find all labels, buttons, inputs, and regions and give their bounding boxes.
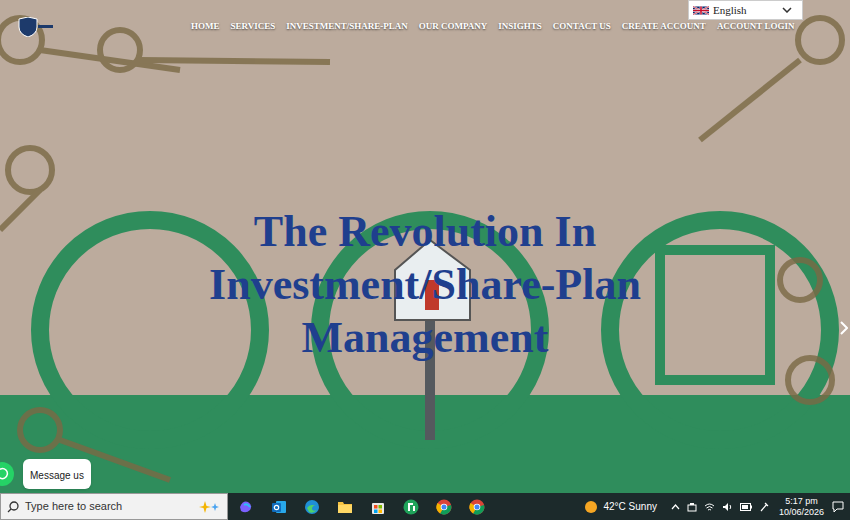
chat-widget[interactable]: Message us [0, 459, 91, 489]
search-placeholder: Type here to search [25, 498, 193, 515]
chrome-icon [469, 499, 485, 515]
hero-title-line: The Revolution In [254, 205, 596, 258]
copilot-sparkle-icon [199, 500, 221, 514]
nav-link[interactable]: OUR COMPANY [419, 20, 488, 34]
store-icon [370, 499, 386, 515]
clock-date: 10/06/2026 [779, 507, 824, 518]
notification-icon [832, 501, 844, 513]
nav-link[interactable]: CREATE ACCOUNT [622, 20, 706, 34]
chat-label: Message us [30, 470, 84, 481]
nav-link[interactable]: INVESTMENT/SHARE-PLAN [286, 20, 408, 34]
meet-icon [687, 502, 697, 512]
finance-app-icon [403, 499, 419, 515]
sun-icon [584, 500, 598, 514]
taskbar: Type here to search 42°C Sunny 5:17 pm10/0… [0, 493, 850, 520]
hero-title: The Revolution InInvestment/Share-PlanMa… [0, 205, 850, 364]
slider-next-icon [840, 321, 848, 335]
clock-time: 5:17 pm [785, 496, 818, 507]
search-icon [7, 501, 19, 513]
taskbar-clock[interactable]: 5:17 pm10/06/2026 [779, 496, 824, 518]
taskbar-apps [238, 499, 485, 515]
hero-title-line: Management [302, 311, 549, 364]
language-select[interactable]: English [688, 0, 803, 20]
pen-icon [759, 502, 769, 512]
uk-flag-icon [693, 5, 709, 16]
outlook-icon [271, 499, 287, 515]
weather-widget[interactable]: 42°C Sunny [584, 499, 656, 514]
weather-reading: 42°C Sunny [603, 499, 656, 514]
volume-icon [722, 502, 733, 512]
chrome-icon [436, 499, 452, 515]
battery-icon [740, 503, 752, 511]
chevron-down-icon [782, 7, 792, 13]
site-logo-icon [16, 17, 54, 37]
hero: HOME SERVICES INVESTMENT/SHARE-PLAN OUR COM… [0, 0, 850, 493]
language-label: English [713, 2, 778, 19]
hero-title-line: Investment/Share-Plan [209, 258, 641, 311]
nav-link[interactable]: SERVICES [231, 20, 276, 34]
nav-link[interactable]: HOME [191, 20, 220, 34]
whatsapp-icon [0, 462, 14, 486]
system-tray [671, 502, 769, 512]
nav-link[interactable]: ACCOUNT LOGIN [717, 20, 795, 34]
nav-menu: HOME SERVICES INVESTMENT/SHARE-PLAN OUR COM… [191, 20, 794, 34]
tray-expand-icon [671, 504, 680, 510]
nav-link[interactable]: INSIGHTS [498, 20, 542, 34]
edge-icon [304, 499, 320, 515]
chat-bubble[interactable]: Message us [23, 459, 91, 489]
nav-link[interactable]: CONTACT US [553, 20, 611, 34]
copilot-icon [238, 499, 254, 515]
taskbar-search[interactable]: Type here to search [0, 493, 228, 520]
wifi-icon [704, 502, 715, 512]
file-explorer-icon [337, 499, 353, 515]
